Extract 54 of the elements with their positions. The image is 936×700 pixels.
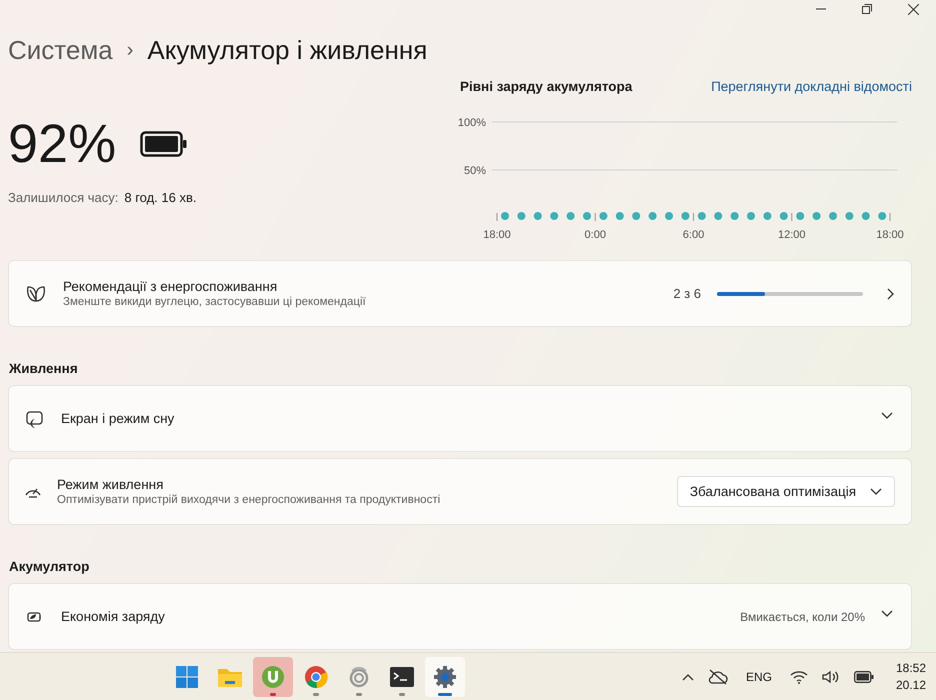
language-indicator[interactable]: ENG <box>746 670 772 684</box>
chevron-down-icon <box>881 610 893 618</box>
ring-app-icon <box>347 664 371 688</box>
terminal-icon <box>390 666 414 688</box>
battery-percentage: 92% <box>8 113 116 176</box>
axis-label: 0:00 <box>584 229 606 241</box>
row-title: Економія заряду <box>61 609 166 624</box>
settings-row[interactable]: Економія заряду Вмикається, коли 20% <box>8 583 912 650</box>
axis-label: 6:00 <box>682 229 704 241</box>
row-description: Оптимізувати пристрій виходячи з енергоспоживання та продуктивності <box>57 494 442 506</box>
remaining-time-value: 8 год. 16 хв. <box>124 190 197 205</box>
section-title: Живлення <box>9 361 79 376</box>
torrent-client-icon <box>261 664 285 688</box>
taskbar-app-button[interactable] <box>425 656 465 696</box>
battery-icon[interactable] <box>854 670 874 682</box>
cloud-off-icon[interactable] <box>708 668 728 684</box>
progress-count: 2 з 6 <box>673 286 701 301</box>
row-title: Рекомендації з енергоспоживання <box>63 279 278 294</box>
clock[interactable]: 18:52 20.12 <box>896 660 926 694</box>
browser-icon <box>304 664 328 688</box>
windows-logo-icon <box>175 664 199 688</box>
row-status: Вмикається, коли 20% <box>740 610 865 624</box>
axis-label: 100% <box>458 117 486 129</box>
leaf-icon <box>25 284 47 304</box>
sleep-screen-icon <box>25 408 45 428</box>
row-title: Режим живлення <box>57 477 164 492</box>
date: 20.12 <box>896 676 926 694</box>
battery-icon <box>140 131 188 157</box>
recommendations-row[interactable]: Рекомендації з енергоспоживання Зменште викиди вуглецю, застосувавши ці рекомендації 2 з 6 <box>8 260 912 327</box>
page-title: Акумулятор і живлення <box>147 35 428 66</box>
wifi-icon[interactable] <box>790 670 808 684</box>
axis-label: 18:00 <box>876 229 904 241</box>
axis-label: 12:00 <box>778 229 806 241</box>
restore-icon <box>862 4 872 14</box>
chevron-up-icon[interactable] <box>682 672 694 680</box>
breadcrumb-link[interactable]: Система <box>8 35 113 66</box>
axis-label: 18:00 <box>483 229 511 241</box>
row-title: Екран і режим сну <box>61 411 176 426</box>
chart-title: Рівні заряду акумулятора <box>460 79 632 94</box>
time: 18:52 <box>896 660 926 676</box>
row-description: Зменште викиди вуглецю, застосувавши ці рекомендації <box>63 296 367 308</box>
chevron-down-icon <box>881 412 893 420</box>
power-mode-dropdown[interactable]: Збалансована оптимізація <box>676 476 895 507</box>
remaining-time-label: Залишилося часу: <box>8 190 118 205</box>
close-icon <box>908 4 918 14</box>
chevron-right-icon <box>887 288 895 300</box>
details-link[interactable]: Переглянути докладні відомості <box>711 79 912 94</box>
axis-label: 50% <box>464 165 486 177</box>
section-title: Акумулятор <box>9 559 90 574</box>
volume-icon[interactable] <box>822 670 840 684</box>
settings-row[interactable]: Екран і режим сну <box>8 385 912 452</box>
chevron-down-icon <box>870 488 882 496</box>
settings-icon <box>433 664 457 688</box>
breadcrumb-separator: › <box>126 39 134 62</box>
